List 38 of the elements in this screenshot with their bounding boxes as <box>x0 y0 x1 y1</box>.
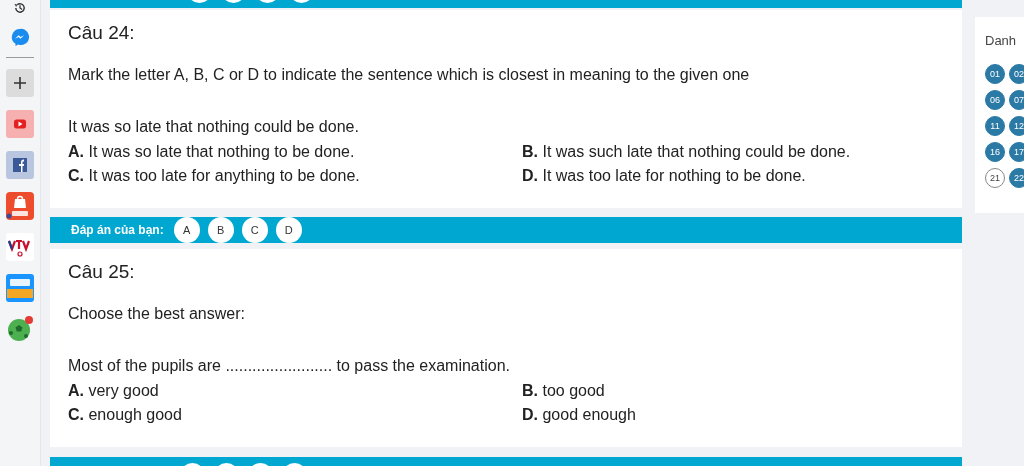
question-title: Câu 24: <box>68 21 136 45</box>
answer-option: B. too good <box>522 381 944 401</box>
tv-logo-icon[interactable] <box>6 233 34 261</box>
question-number-button[interactable]: 01 <box>985 64 1005 84</box>
answer-option: A. It was so late that nothing to be done. <box>68 142 522 162</box>
question-instruction: Mark the letter A, B, C or D to indicate the sentence which is closest in meaning to the given one <box>68 65 751 85</box>
answer-option: A. very good <box>68 381 522 401</box>
question-number-button[interactable]: 12 <box>1009 116 1024 136</box>
question-number-button[interactable]: 02 <box>1009 64 1024 84</box>
answer-option: B. It was such late that nothing could be done. <box>522 142 944 162</box>
question-number-button[interactable]: 17 <box>1009 142 1024 162</box>
answer-option: C. enough good <box>68 405 522 425</box>
history-icon[interactable] <box>13 1 27 15</box>
question-number-button[interactable]: 11 <box>985 116 1005 136</box>
question-number-button[interactable]: 22 <box>1009 168 1024 188</box>
answer-option: D. It was too late for nothing to be done. <box>522 166 944 186</box>
panel-title: Danh <box>985 33 1018 48</box>
soccer-ball-icon[interactable] <box>6 315 34 343</box>
question-number-button[interactable]: 21 <box>985 168 1005 188</box>
add-icon[interactable] <box>6 69 34 97</box>
question-number-button[interactable]: 07 <box>1009 90 1024 110</box>
choice-button[interactable]: C <box>241 217 268 243</box>
shopping-bag-icon[interactable] <box>6 192 34 220</box>
question-sentence: It was so late that nothing could be done. <box>68 117 360 137</box>
choice-button[interactable]: D <box>275 217 302 243</box>
question-number-button[interactable]: 16 <box>985 142 1005 162</box>
choice-button[interactable]: B <box>207 217 234 243</box>
facebook-icon[interactable] <box>6 151 34 179</box>
answer-label: Đáp án của bạn: <box>71 223 164 237</box>
answer-option: C. It was too late for anything to be done. <box>68 166 522 186</box>
choice-button[interactable]: A <box>173 217 200 243</box>
question-title: Câu 25: <box>68 260 136 284</box>
question-number-button[interactable]: 06 <box>985 90 1005 110</box>
answer-option: D. good enough <box>522 405 944 425</box>
messenger-icon[interactable] <box>11 28 29 46</box>
question-instruction: Choose the best answer: <box>68 304 246 324</box>
video-app-icon[interactable] <box>6 110 34 138</box>
question-sentence: Most of the pupils are ........................ to pass the examination. <box>68 356 511 376</box>
